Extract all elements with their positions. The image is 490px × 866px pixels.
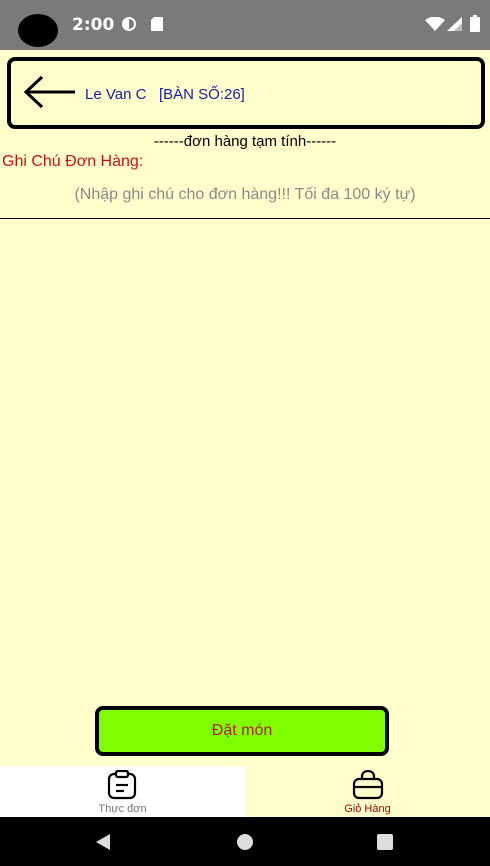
tab-cart-label: Giỏ Hàng	[344, 803, 391, 815]
status-bar: 2:00	[0, 0, 490, 50]
order-note-input[interactable]	[0, 172, 490, 219]
tab-menu-label: Thực đơn	[98, 803, 147, 815]
shopping-bag-icon	[351, 769, 385, 805]
table-number: [BÀN SỐ:26]	[158, 86, 245, 103]
place-order-button[interactable]: Đặt món	[95, 706, 389, 756]
battery-icon	[470, 15, 480, 37]
customer-name: Le Van C	[85, 86, 147, 103]
clipboard-icon	[106, 769, 138, 805]
order-title: ------đơn hàng tạm tính------	[153, 133, 337, 150]
bottom-navigation: Thực đơn Giỏ Hàng	[0, 766, 490, 817]
camera-cutout	[18, 14, 58, 47]
wifi-icon	[425, 16, 445, 36]
recents-square-icon[interactable]	[376, 833, 394, 856]
sd-card-icon	[150, 16, 164, 37]
header-bar: Le Van C [BÀN SỐ:26]	[7, 57, 485, 129]
tab-cart[interactable]: Giỏ Hàng	[245, 766, 490, 817]
note-label: Ghi Chú Đơn Hàng:	[2, 153, 144, 170]
system-navigation-bar	[0, 817, 490, 866]
signal-icon	[447, 17, 462, 36]
home-circle-icon[interactable]	[236, 833, 254, 856]
back-arrow-icon[interactable]	[23, 75, 77, 114]
back-triangle-icon[interactable]	[94, 833, 112, 856]
data-saver-icon	[121, 16, 137, 37]
status-time: 2:00	[72, 15, 115, 35]
header-info: Le Van C [BÀN SỐ:26]	[85, 86, 245, 103]
tab-menu[interactable]: Thực đơn	[0, 766, 245, 817]
